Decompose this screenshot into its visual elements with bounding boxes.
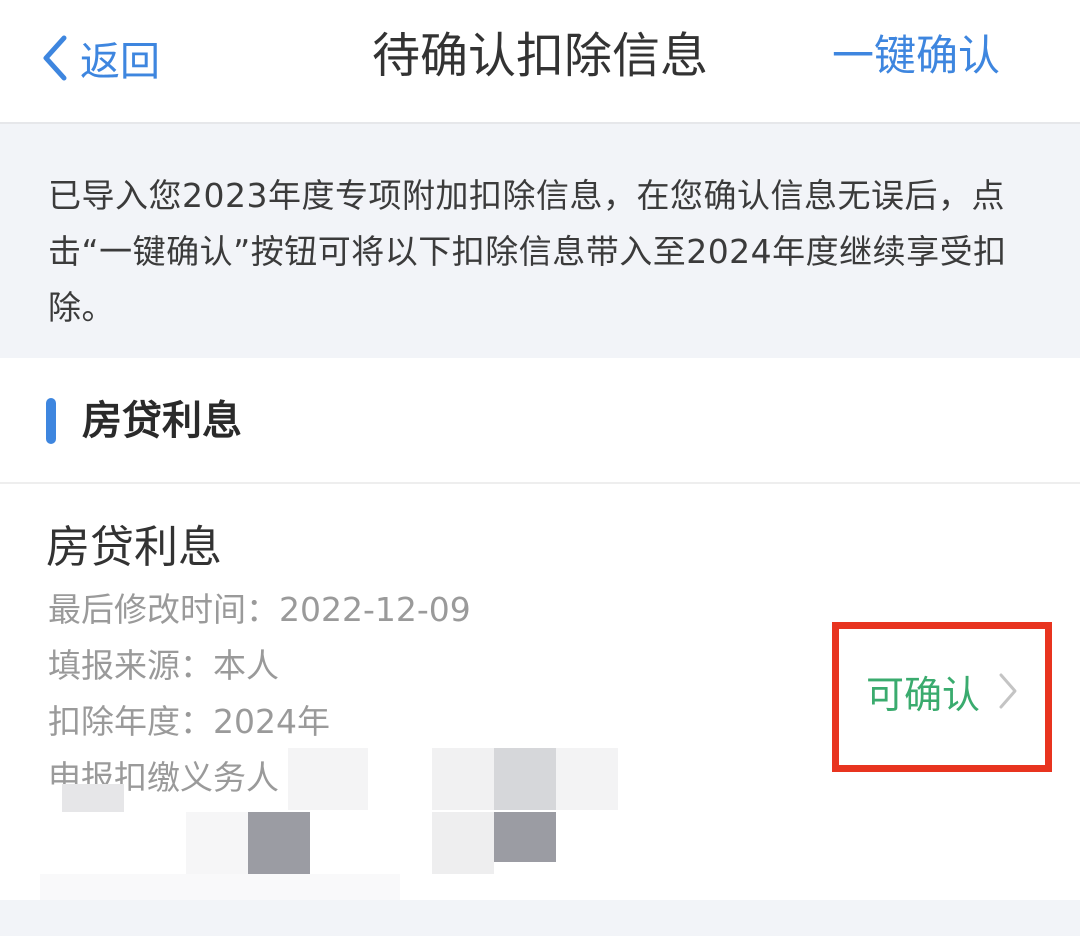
mosaic-block — [368, 748, 432, 810]
page-title: 待确认扣除信息 — [371, 28, 708, 84]
mosaic-block — [556, 748, 618, 810]
notice-panel: 已导入您2023年度专项附加扣除信息，在您确认信息无误后，点击“一键确认”按钮可… — [0, 124, 1080, 358]
pending-deductions-page: 返回 待确认扣除信息 一键确认 已导入您2023年度专项附加扣除信息，在您确认信… — [0, 0, 1080, 936]
mosaic-block — [248, 812, 310, 874]
confirm-all-button[interactable]: 一键确认 — [832, 26, 1000, 86]
mosaic-block — [432, 812, 494, 874]
nav-bar: 返回 待确认扣除信息 一键确认 — [0, 0, 1080, 124]
notice-text: 已导入您2023年度专项附加扣除信息，在您确认信息无误后，点击“一键确认”按钮可… — [48, 176, 1007, 327]
status-confirmable-button[interactable]: 可确认 — [866, 666, 1018, 717]
item-modified-time: 最后修改时间：2022-12-09 — [48, 590, 471, 629]
mosaic-block — [494, 748, 556, 810]
mosaic-block — [494, 812, 556, 862]
section-accent-bar — [46, 398, 56, 444]
mosaic-block — [62, 784, 124, 812]
mosaic-block — [40, 874, 400, 900]
back-label: 返回 — [80, 39, 160, 85]
deduction-item-mortgage-interest[interactable]: 房贷利息 最后修改时间：2022-12-09 填报来源：本人 扣除年度：2024… — [0, 486, 1080, 900]
section-header: 房贷利息 — [0, 358, 1080, 484]
status-label: 可确认 — [866, 672, 981, 717]
section-title: 房贷利息 — [82, 398, 242, 444]
bottom-divider — [0, 900, 1080, 936]
item-source: 填报来源：本人 — [48, 646, 279, 685]
item-title: 房贷利息 — [46, 522, 222, 573]
mosaic-block — [432, 748, 494, 810]
item-deduction-year: 扣除年度：2024年 — [48, 702, 330, 741]
mosaic-block — [288, 748, 368, 810]
back-button[interactable]: 返回 — [40, 28, 160, 88]
chevron-left-icon — [43, 35, 67, 81]
mosaic-block — [186, 812, 248, 874]
chevron-right-icon — [999, 673, 1017, 709]
